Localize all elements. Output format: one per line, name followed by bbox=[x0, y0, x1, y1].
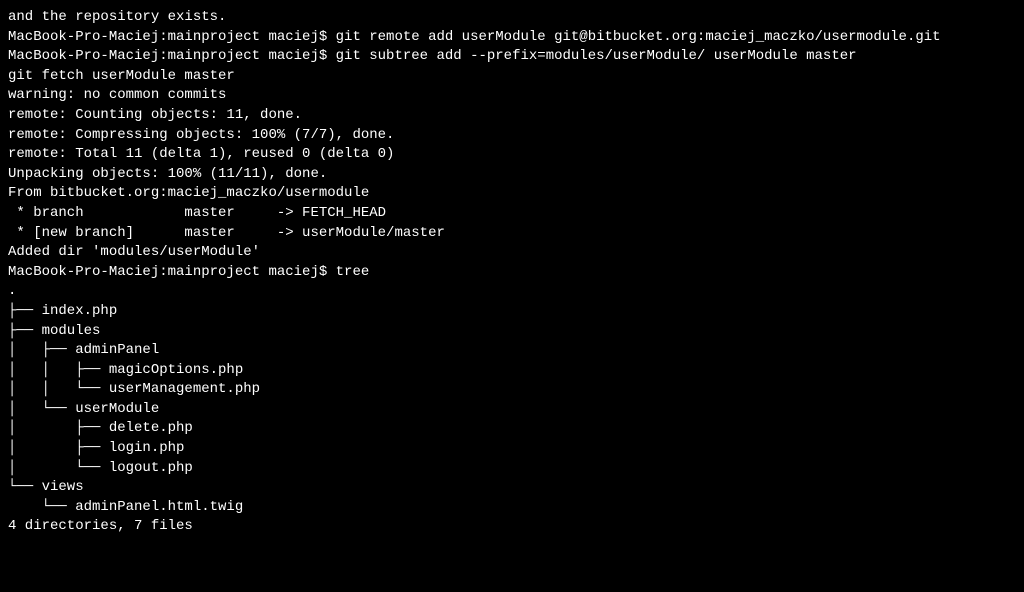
terminal-output[interactable]: and the repository exists. MacBook-Pro-M… bbox=[8, 8, 1016, 537]
terminal-line: MacBook-Pro-Maciej:mainproject maciej$ g… bbox=[8, 47, 1016, 67]
terminal-line: remote: Compressing objects: 100% (7/7),… bbox=[8, 126, 1016, 146]
terminal-line: warning: no common commits bbox=[8, 86, 1016, 106]
terminal-line: From bitbucket.org:maciej_maczko/usermod… bbox=[8, 184, 1016, 204]
terminal-line: remote: Total 11 (delta 1), reused 0 (de… bbox=[8, 145, 1016, 165]
terminal-line: └── views bbox=[8, 478, 1016, 498]
terminal-line: └── adminPanel.html.twig bbox=[8, 498, 1016, 518]
terminal-line: │ └── logout.php bbox=[8, 459, 1016, 479]
terminal-line: │ ├── adminPanel bbox=[8, 341, 1016, 361]
terminal-line: │ ├── login.php bbox=[8, 439, 1016, 459]
terminal-line: │ ├── delete.php bbox=[8, 419, 1016, 439]
terminal-line: and the repository exists. bbox=[8, 8, 1016, 28]
terminal-line: Unpacking objects: 100% (11/11), done. bbox=[8, 165, 1016, 185]
terminal-line: MacBook-Pro-Maciej:mainproject maciej$ g… bbox=[8, 28, 1016, 48]
terminal-line: git fetch userModule master bbox=[8, 67, 1016, 87]
terminal-line: MacBook-Pro-Maciej:mainproject maciej$ t… bbox=[8, 263, 1016, 283]
terminal-line: . bbox=[8, 282, 1016, 302]
terminal-line: ├── modules bbox=[8, 322, 1016, 342]
terminal-line: * [new branch] master -> userModule/mast… bbox=[8, 224, 1016, 244]
terminal-line: │ └── userModule bbox=[8, 400, 1016, 420]
terminal-line: │ │ ├── magicOptions.php bbox=[8, 361, 1016, 381]
terminal-line: * branch master -> FETCH_HEAD bbox=[8, 204, 1016, 224]
terminal-line: ├── index.php bbox=[8, 302, 1016, 322]
terminal-line: │ │ └── userManagement.php bbox=[8, 380, 1016, 400]
terminal-line: 4 directories, 7 files bbox=[8, 517, 1016, 537]
terminal-line: Added dir 'modules/userModule' bbox=[8, 243, 1016, 263]
terminal-line: remote: Counting objects: 11, done. bbox=[8, 106, 1016, 126]
